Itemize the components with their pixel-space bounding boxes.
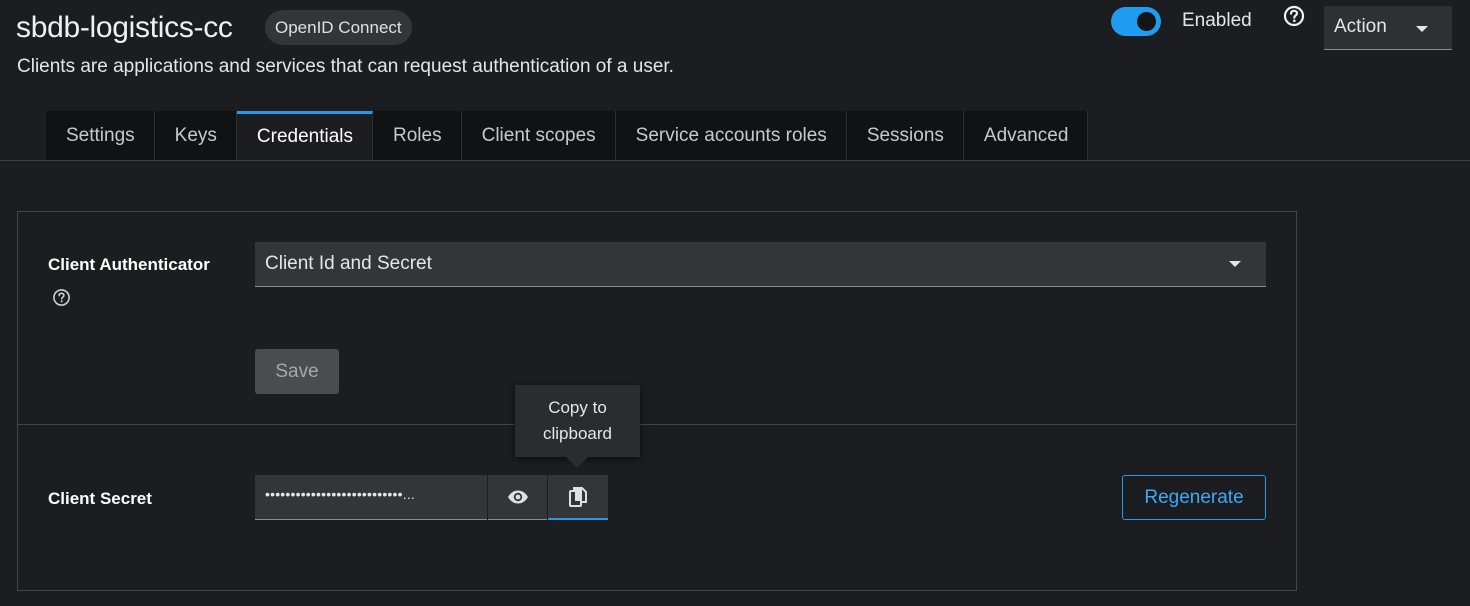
tabs-divider: [0, 160, 1470, 161]
tab-service-accounts-roles[interactable]: Service accounts roles: [615, 111, 847, 160]
section-divider: [18, 424, 1296, 425]
client-secret-input[interactable]: •••••••••••••••••••••••••••...: [255, 475, 487, 520]
tab-bar: Settings Keys Credentials Roles Client s…: [46, 111, 1089, 160]
page-title: sbdb-logistics-cc: [16, 11, 233, 44]
help-icon[interactable]: [52, 288, 71, 307]
caret-down-icon: [1229, 261, 1241, 267]
tab-advanced[interactable]: Advanced: [963, 111, 1089, 160]
client-authenticator-select[interactable]: Client Id and Secret: [255, 242, 1266, 287]
protocol-badge: OpenID Connect: [265, 10, 412, 45]
copy-icon: [569, 487, 587, 507]
copy-to-clipboard-button[interactable]: [548, 475, 608, 520]
page-subtitle: Clients are applications and services th…: [17, 56, 674, 77]
tab-roles[interactable]: Roles: [373, 111, 462, 160]
help-icon[interactable]: [1283, 5, 1305, 27]
save-button[interactable]: Save: [255, 349, 339, 394]
tab-sessions[interactable]: Sessions: [846, 111, 964, 160]
show-secret-button[interactable]: [488, 475, 547, 520]
enabled-label: Enabled: [1182, 10, 1252, 31]
tab-keys[interactable]: Keys: [154, 111, 237, 160]
client-authenticator-value: Client Id and Secret: [265, 253, 432, 274]
tooltip-line-1: Copy to: [548, 398, 607, 417]
tab-credentials[interactable]: Credentials: [236, 111, 374, 160]
action-label: Action: [1334, 16, 1387, 37]
tab-client-scopes[interactable]: Client scopes: [461, 111, 616, 160]
client-authenticator-label: Client Authenticator: [48, 255, 210, 274]
copy-tooltip: Copy to clipboard: [515, 385, 640, 457]
client-secret-value: •••••••••••••••••••••••••••...: [265, 486, 416, 502]
tab-settings[interactable]: Settings: [46, 111, 155, 160]
caret-down-icon: [1416, 26, 1428, 32]
toggle-knob: [1137, 12, 1156, 31]
regenerate-button[interactable]: Regenerate: [1122, 475, 1266, 520]
client-secret-label: Client Secret: [48, 489, 152, 508]
tooltip-arrow: [565, 456, 589, 468]
enabled-toggle[interactable]: [1111, 7, 1161, 36]
action-dropdown[interactable]: Action: [1324, 6, 1452, 50]
eye-icon: [508, 490, 528, 504]
tooltip-line-2: clipboard: [543, 424, 612, 443]
